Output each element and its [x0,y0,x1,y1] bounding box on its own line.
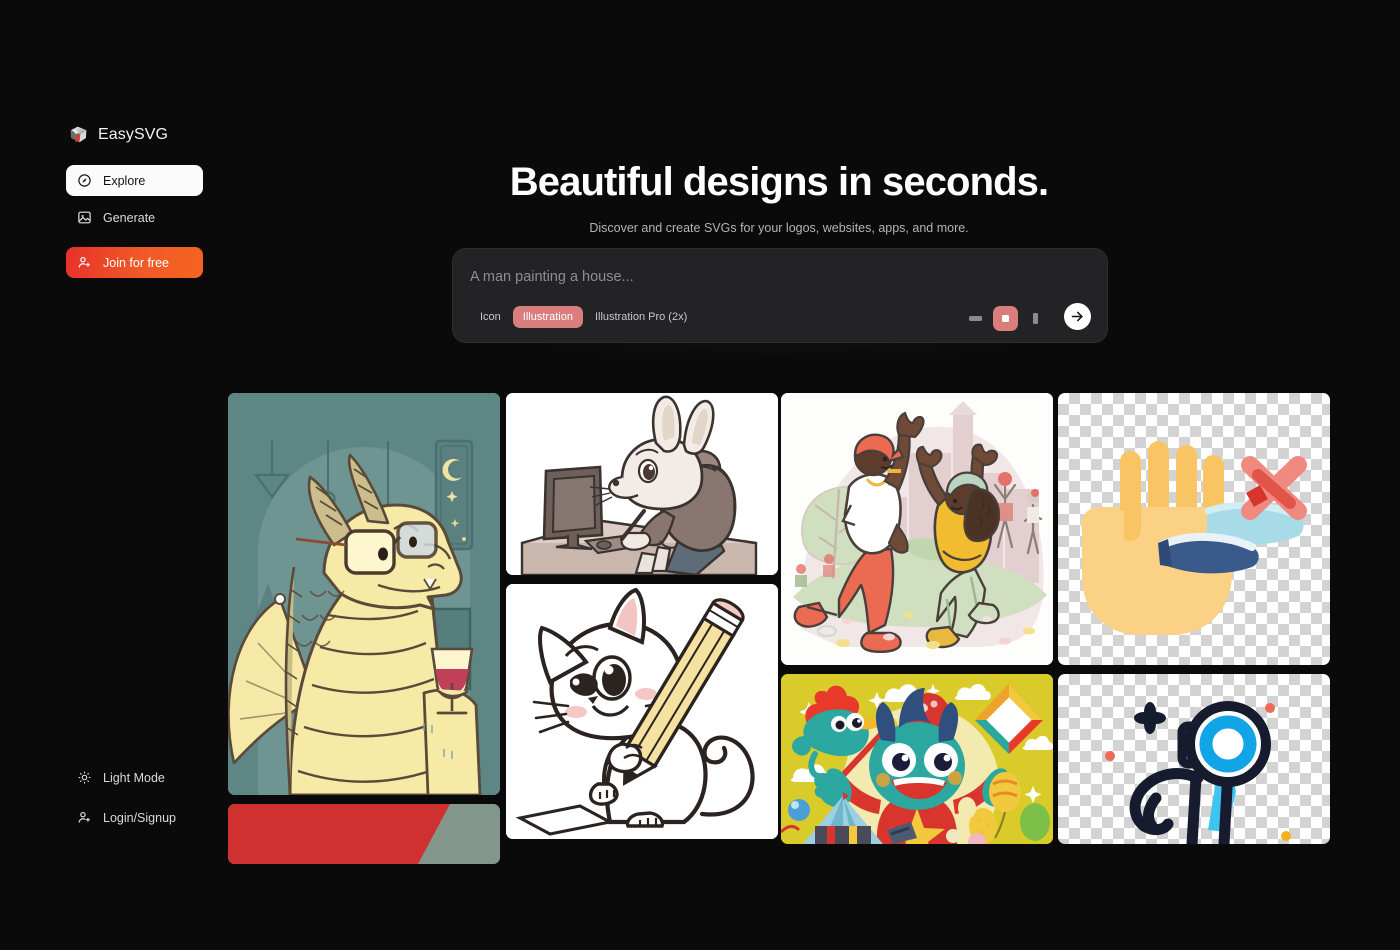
cat-with-pencil-image [506,584,778,839]
gallery-card-people-dancing-park[interactable] [781,393,1053,665]
gallery-card-rabbit-at-computer[interactable] [506,393,778,575]
gallery-card-dragon-with-glasses-wine[interactable] [228,393,500,795]
sidebar-item-explore-label: Explore [103,173,146,188]
compass-icon [78,174,91,187]
aspect-ratio-portrait[interactable] [1023,306,1048,331]
sidebar-nav: Explore Generate Join for free [66,165,203,284]
gallery-card-cat-with-pencil[interactable] [506,584,778,839]
sidebar: EasySVG Explore Generate Join for free L… [0,0,228,950]
landscape-icon [969,316,982,321]
people-dancing-park-image [781,393,1053,665]
prompt-input[interactable] [470,269,1070,285]
aspect-ratio-landscape[interactable] [963,306,988,331]
photographer-stick-figure-image [1105,701,1291,844]
gallery-column [506,393,778,848]
portrait-icon [1033,313,1038,324]
arrow-right-icon [1071,311,1083,322]
page-subtitle: Discover and create SVGs for your logos,… [589,221,969,235]
brand[interactable]: EasySVG [68,124,168,145]
sidebar-item-generate-label: Generate [103,210,156,225]
login-signup-label: Login/Signup [103,810,176,825]
sidebar-bottom-nav: Light Mode Login/Signup [66,762,226,842]
mode-selector: Icon Illustration Illustration Pro (2x) [470,306,697,328]
gallery-card-carnival-monster[interactable] [781,674,1053,844]
light-mode-label: Light Mode [103,770,165,785]
login-signup-button[interactable]: Login/Signup [66,802,226,833]
gallery-card-photographer-stick-figure[interactable] [1058,674,1330,844]
hand-no-toothbrush-image [1081,441,1307,635]
image-icon [78,211,91,224]
dragon-with-glasses-wine-image [228,393,500,795]
light-mode-toggle[interactable]: Light Mode [66,762,226,793]
sidebar-item-explore[interactable]: Explore [66,165,203,196]
join-for-free-button[interactable]: Join for free [66,247,203,278]
aspect-ratio-square[interactable] [993,306,1018,331]
gallery-column [781,393,1053,853]
gallery-column [228,393,500,873]
cube-logo-icon [70,126,87,143]
mode-illustration[interactable]: Illustration [512,306,583,328]
aspect-ratio-selector [963,306,1048,331]
sidebar-item-generate[interactable]: Generate [66,202,203,233]
rabbit-at-computer-image [506,393,778,575]
page-root: EasySVG Explore Generate Join for free L… [0,0,1400,950]
user-plus-icon [78,256,90,268]
prompt-box[interactable]: Icon Illustration Illustration Pro (2x) [452,248,1108,343]
prompt-controls-row: Icon Illustration Illustration Pro (2x) [453,303,1107,344]
square-icon [1002,315,1009,322]
submit-prompt-button[interactable] [1064,303,1091,330]
join-for-free-label: Join for free [103,255,170,270]
gallery-column [1058,393,1330,853]
red-partial-card-image [228,804,500,864]
gallery-card-red-partial-card[interactable] [228,804,500,864]
carnival-monster-image [781,674,1053,844]
prompt-composer: Icon Illustration Illustration Pro (2x) [446,242,1114,357]
user-plus-icon [78,811,90,823]
mode-icon[interactable]: Icon [470,306,511,328]
brand-name: EasySVG [98,125,169,143]
mode-illustration-pro[interactable]: Illustration Pro (2x) [585,306,697,328]
sun-icon [78,771,91,784]
page-title: Beautiful designs in seconds. [509,160,1049,204]
gallery-card-hand-no-toothbrush[interactable] [1058,393,1330,665]
